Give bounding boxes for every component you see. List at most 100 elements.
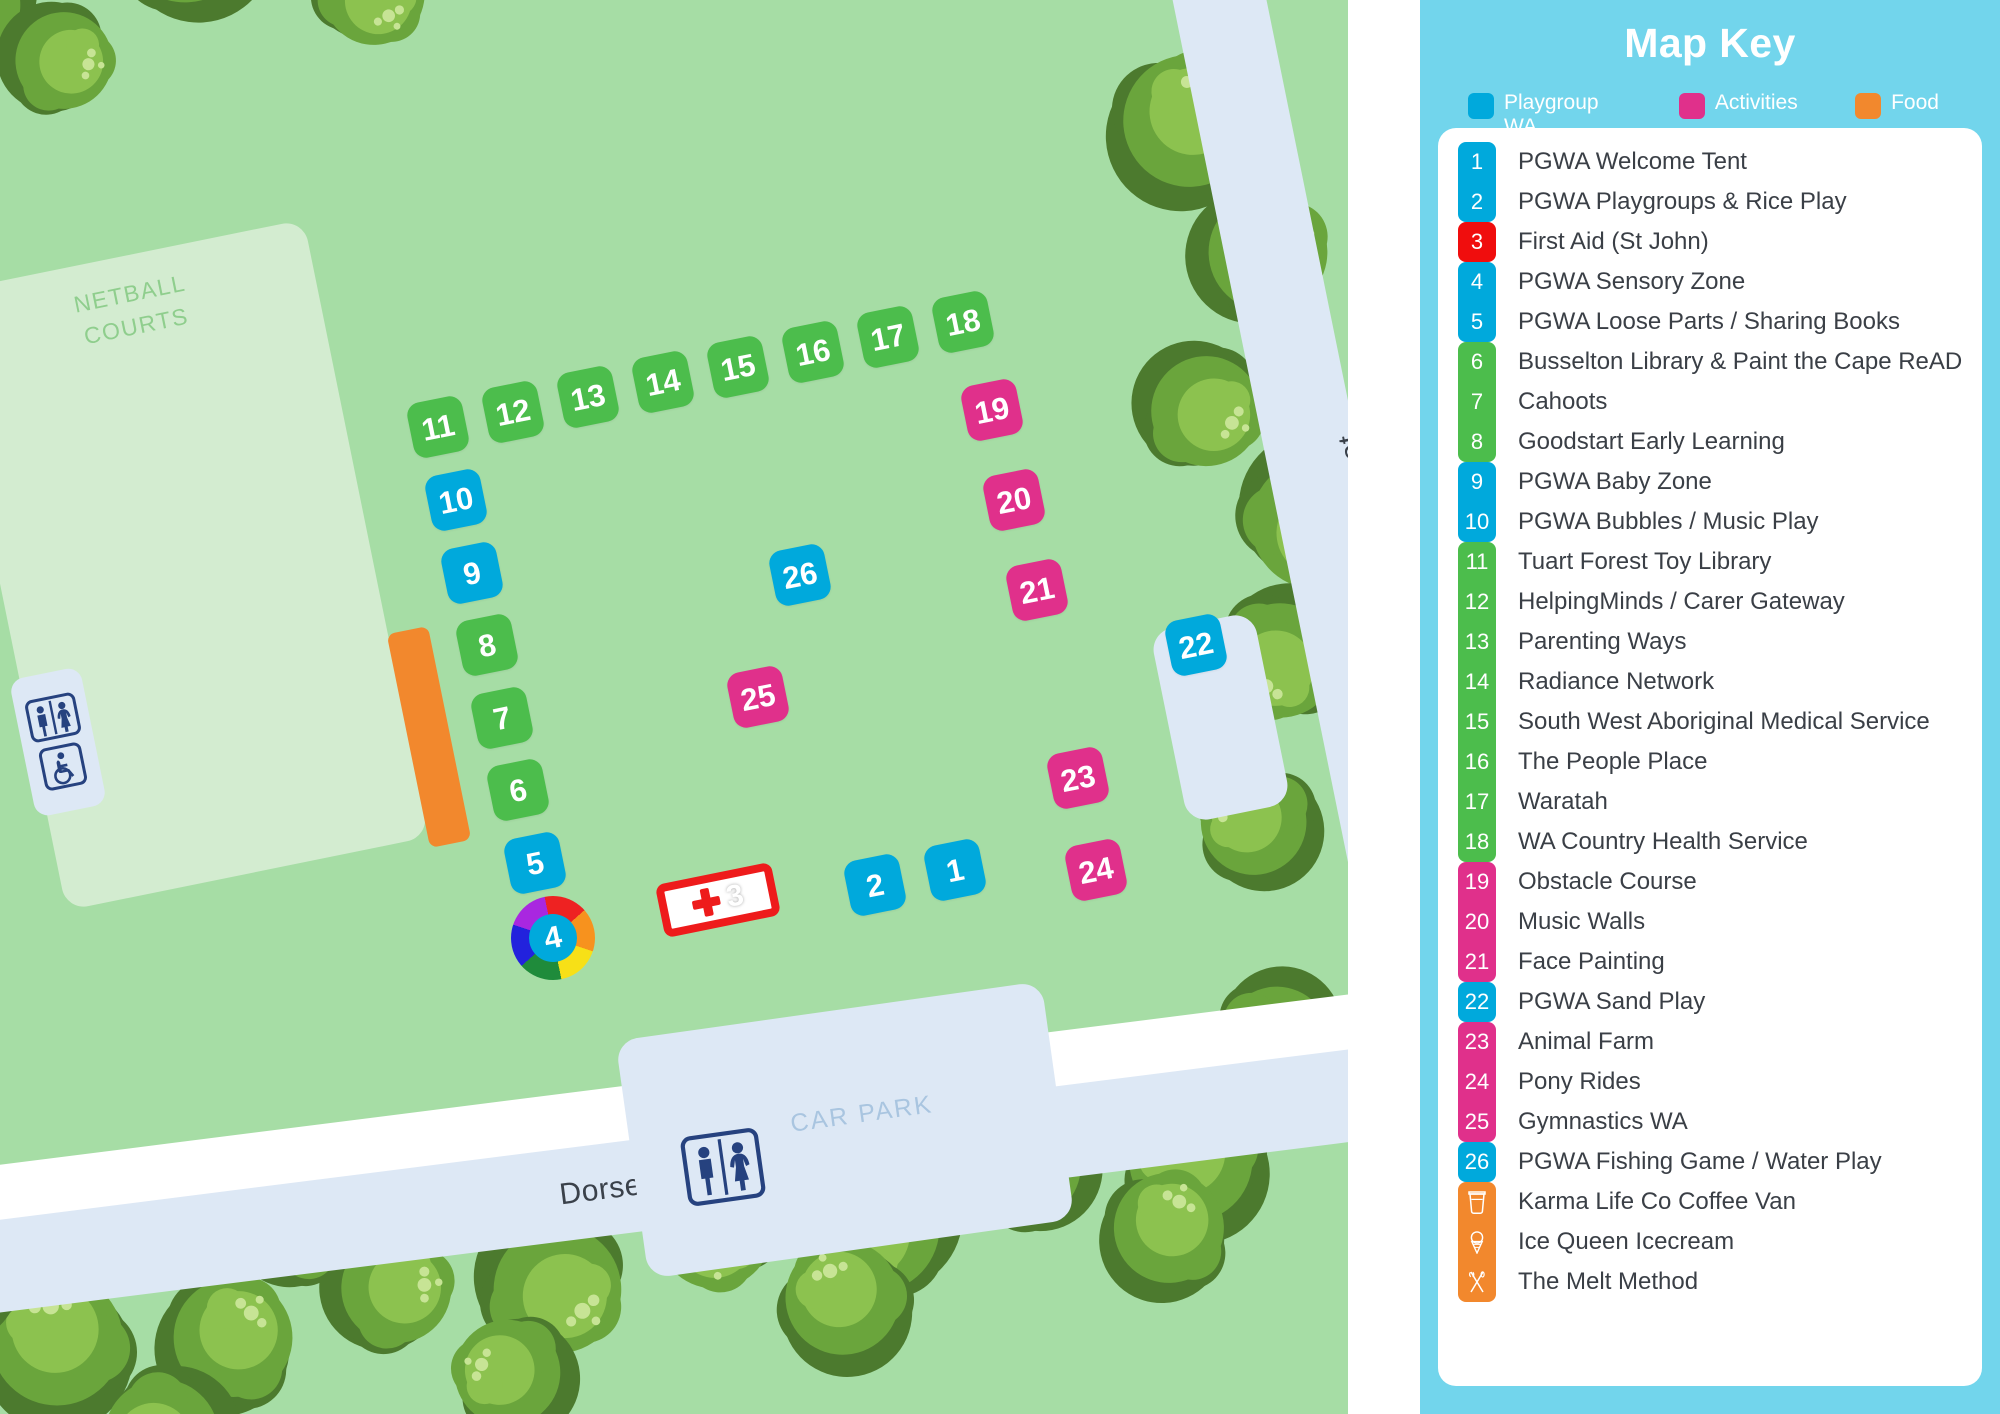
map-marker[interactable]: 14: [629, 348, 697, 416]
map-key-number: 24: [1458, 1062, 1496, 1102]
map-marker[interactable]: 16: [779, 318, 847, 386]
map-key-row[interactable]: 10 PGWA Bubbles / Music Play: [1438, 502, 1982, 542]
map-key-row[interactable]: 3 First Aid (St John): [1438, 222, 1982, 262]
map-key-title: Map Key: [1624, 20, 1796, 66]
map-key-number: 20: [1458, 902, 1496, 942]
map-key-row[interactable]: 23 Animal Farm: [1438, 1022, 1982, 1062]
first-aid-cross-icon: [690, 886, 723, 919]
map-marker[interactable]: 25: [724, 663, 792, 731]
map-key-label: WA Country Health Service: [1518, 828, 1808, 855]
map-marker[interactable]: 11: [404, 393, 472, 461]
map-key-row[interactable]: 26 PGWA Fishing Game / Water Play: [1438, 1142, 1982, 1182]
map-marker-number: 3: [723, 878, 747, 914]
map-key-card: 1 PGWA Welcome Tent 2 PGWA Playgroups & Ric…: [1438, 128, 1982, 1386]
legend-label-food: Food: [1891, 91, 1939, 114]
legend-swatch-pgwa: [1468, 93, 1494, 119]
map-key-label: Animal Farm: [1518, 1028, 1655, 1055]
map-key-row[interactable]: 25 Gymnastics WA: [1438, 1102, 1982, 1142]
map-key-row[interactable]: 6 Busselton Library & Paint the Cape ReAD: [1438, 342, 1982, 382]
map-marker[interactable]: 18: [929, 288, 997, 356]
map-key-row[interactable]: 2 PGWA Playgroups & Rice Play: [1438, 182, 1982, 222]
map-key-row[interactable]: 4 PGWA Sensory Zone: [1438, 262, 1982, 302]
map-key-number: 22: [1458, 982, 1496, 1022]
map-key-number: 19: [1458, 862, 1496, 902]
map-key-row[interactable]: 24 Pony Rides: [1438, 1062, 1982, 1102]
map-marker[interactable]: 1: [921, 836, 989, 904]
map-marker[interactable]: 24: [1062, 836, 1130, 904]
map-marker[interactable]: 15: [704, 333, 772, 401]
map-key-row[interactable]: 11 Tuart Forest Toy Library: [1438, 542, 1982, 582]
ice-cream-cone-icon: [1458, 1222, 1496, 1262]
coffee-cup-icon: [1458, 1182, 1496, 1222]
map-key-row[interactable]: 22 PGWA Sand Play: [1438, 982, 1982, 1022]
legend-label-activities: Activities: [1714, 91, 1798, 114]
map-marker[interactable]: 8: [453, 611, 521, 679]
map-marker[interactable]: 13: [554, 363, 622, 431]
map-key-number: 6: [1458, 342, 1496, 382]
map-marker[interactable]: 7: [468, 684, 536, 752]
fork-knife-icon: [1458, 1262, 1496, 1302]
map-key-label: Cahoots: [1518, 388, 1608, 415]
map-key-row[interactable]: 9 PGWA Baby Zone: [1438, 462, 1982, 502]
map-key-number: 25: [1458, 1102, 1496, 1142]
map-key-row[interactable]: 15 South West Aboriginal Medical Service: [1438, 702, 1982, 742]
map-marker[interactable]: 22: [1162, 611, 1230, 679]
map-key-row[interactable]: The Melt Method: [1438, 1262, 1982, 1302]
map-key-panel: Map Key Playgroup WA(PGWA) Activities Ex…: [1420, 0, 2000, 1414]
map-marker[interactable]: 12: [479, 378, 547, 446]
map-key-row[interactable]: 18 WA Country Health Service: [1438, 822, 1982, 862]
map-marker[interactable]: 20: [980, 466, 1048, 534]
map-key-label: Goodstart Early Learning: [1518, 428, 1785, 455]
map-key-number: 15: [1458, 702, 1496, 742]
site-map: Dorset Street NETBALL COURTS CAR PARK: [0, 0, 1348, 1414]
toilets-sign-car-park: [675, 1122, 771, 1211]
map-key-row[interactable]: 7 Cahoots: [1438, 382, 1982, 422]
map-key-number: 12: [1458, 582, 1496, 622]
map-key-label: Karma Life Co Coffee Van: [1518, 1188, 1796, 1215]
map-key-number: 7: [1458, 382, 1496, 422]
map-key-row[interactable]: 12 HelpingMinds / Carer Gateway: [1438, 582, 1982, 622]
map-key-row[interactable]: 19 Obstacle Course: [1438, 862, 1982, 902]
map-key-number: 5: [1458, 302, 1496, 342]
map-key-label: Music Walls: [1518, 908, 1646, 935]
map-key-row[interactable]: Ice Queen Icecream: [1438, 1222, 1982, 1262]
map-key-number: 16: [1458, 742, 1496, 782]
map-marker[interactable]: 26: [766, 541, 834, 609]
map-key-number: 21: [1458, 942, 1496, 982]
map-key-number: 14: [1458, 662, 1496, 702]
map-key-label: PGWA Baby Zone: [1518, 468, 1712, 495]
map-key-row[interactable]: 17 Waratah: [1438, 782, 1982, 822]
map-key-row[interactable]: 13 Parenting Ways: [1438, 622, 1982, 662]
map-key-row[interactable]: Karma Life Co Coffee Van: [1438, 1182, 1982, 1222]
map-marker[interactable]: 2: [841, 851, 909, 919]
map-key-label: First Aid (St John): [1518, 228, 1709, 255]
map-marker[interactable]: 10: [422, 466, 490, 534]
map-key-row[interactable]: 21 Face Painting: [1438, 942, 1982, 982]
legend-item-food: Food: [1855, 91, 1952, 119]
map-key-number: 18: [1458, 822, 1496, 862]
map-key-row[interactable]: 20 Music Walls: [1438, 902, 1982, 942]
map-key-number: 8: [1458, 422, 1496, 462]
map-marker[interactable]: 6: [484, 756, 552, 824]
map-key-row[interactable]: 14 Radiance Network: [1438, 662, 1982, 702]
map-key-row[interactable]: 1 PGWA Welcome Tent: [1438, 142, 1982, 182]
map-key-label: PGWA Playgroups & Rice Play: [1518, 188, 1847, 215]
map-marker[interactable]: 17: [854, 303, 922, 371]
map-key-label: PGWA Loose Parts / Sharing Books: [1518, 308, 1900, 335]
map-marker[interactable]: 21: [1003, 556, 1071, 624]
map-key-number: 2: [1458, 182, 1496, 222]
map-marker[interactable]: 19: [958, 376, 1026, 444]
map-key-row[interactable]: 5 PGWA Loose Parts / Sharing Books: [1438, 302, 1982, 342]
king-street-label: King Street: [1331, 431, 1348, 588]
map-key-row[interactable]: 16 The People Place: [1438, 742, 1982, 782]
map-key-label: PGWA Fishing Game / Water Play: [1518, 1148, 1882, 1175]
legend-item-activities: Activities: [1678, 91, 1807, 119]
map-key-number: 4: [1458, 262, 1496, 302]
map-key-number: 10: [1458, 502, 1496, 542]
map-marker[interactable]: 23: [1044, 744, 1112, 812]
map-marker[interactable]: 9: [438, 539, 506, 607]
map-marker[interactable]: 5: [501, 829, 569, 897]
map-key-number: 23: [1458, 1022, 1496, 1062]
map-key-row[interactable]: 8 Goodstart Early Learning: [1438, 422, 1982, 462]
map-key-label: Radiance Network: [1518, 668, 1715, 695]
